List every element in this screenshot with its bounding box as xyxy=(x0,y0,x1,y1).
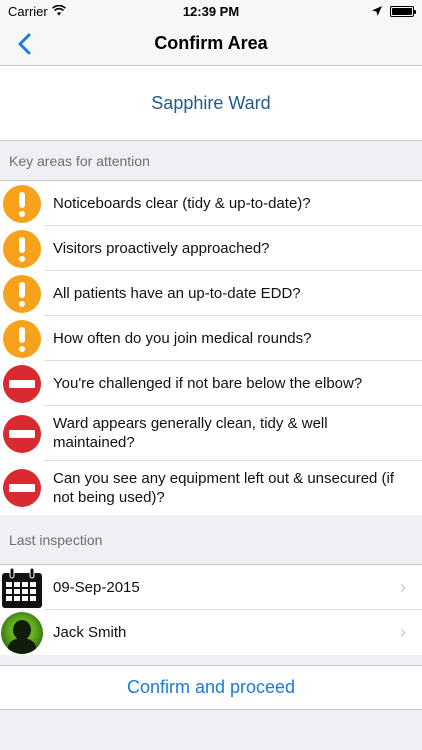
exclamation-icon xyxy=(3,229,41,268)
exclamation-icon xyxy=(3,319,41,358)
avatar xyxy=(1,611,43,654)
confirm-section: Confirm and proceed xyxy=(0,665,422,710)
inspector-name: Jack Smith xyxy=(53,624,127,641)
page-title: Confirm Area xyxy=(154,33,268,53)
list-item-label: All patients have an up-to-date EDD? xyxy=(44,271,422,316)
list-item-label: How often do you join medical rounds? xyxy=(44,316,422,361)
list-item-label: Can you see any equipment left out & uns… xyxy=(53,470,395,506)
list-item-label: Ward appears generally clean, tidy & wel… xyxy=(44,406,422,461)
list-item: All patients have an up-to-date EDD? xyxy=(0,271,422,316)
back-button[interactable] xyxy=(10,30,38,58)
no-entry-icon xyxy=(3,414,41,453)
list-item: Can you see any equipment left out & uns… xyxy=(0,461,422,515)
location-arrow-icon xyxy=(372,4,382,19)
list-item: You're challenged if not bare below the … xyxy=(0,361,422,406)
list-item: Ward appears generally clean, tidy & wel… xyxy=(0,406,422,461)
inspection-date-row[interactable]: 09-Sep-2015 › xyxy=(0,565,422,610)
chevron-right-icon: › xyxy=(400,576,406,597)
no-entry-icon xyxy=(3,469,41,507)
status-bar: Carrier 12:39 PM xyxy=(0,0,422,22)
section-header-last-inspection: Last inspection xyxy=(0,515,422,565)
list-item: How often do you join medical rounds? xyxy=(0,316,422,361)
list-item: Noticeboards clear (tidy & up-to-date)? xyxy=(0,181,422,226)
calendar-icon xyxy=(2,567,42,608)
list-item-label: You're challenged if not bare below the … xyxy=(44,361,422,406)
key-areas-list: Noticeboards clear (tidy & up-to-date)? … xyxy=(0,181,422,515)
battery-icon xyxy=(390,5,416,17)
inspector-row[interactable]: Jack Smith › xyxy=(0,610,422,655)
list-item-label: Noticeboards clear (tidy & up-to-date)? xyxy=(44,181,422,226)
chevron-right-icon: › xyxy=(400,622,406,642)
list-item-label: Visitors proactively approached? xyxy=(44,226,422,271)
last-inspection-list: 09-Sep-2015 › Jack Smith › xyxy=(0,565,422,655)
no-entry-icon xyxy=(3,364,41,403)
list-item: Visitors proactively approached? xyxy=(0,226,422,271)
ward-name: Sapphire Ward xyxy=(151,92,271,113)
status-left: Carrier xyxy=(8,4,66,19)
ward-banner: Sapphire Ward xyxy=(0,66,422,141)
carrier-label: Carrier xyxy=(8,3,48,19)
status-right xyxy=(372,4,416,19)
chevron-left-icon xyxy=(18,33,31,55)
exclamation-icon xyxy=(3,184,41,223)
inspection-date: 09-Sep-2015 xyxy=(53,578,140,596)
section-header-key-areas: Key areas for attention xyxy=(0,141,422,181)
exclamation-icon xyxy=(3,274,41,313)
navigation-bar: Confirm Area xyxy=(0,22,422,66)
wifi-icon xyxy=(51,4,66,19)
confirm-and-proceed-button[interactable]: Confirm and proceed xyxy=(127,677,295,698)
